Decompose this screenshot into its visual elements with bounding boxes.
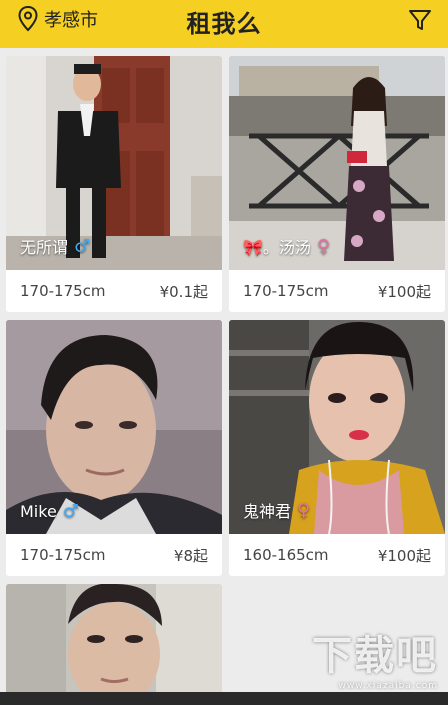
profile-name-row: 无所谓 ♂ (20, 234, 90, 258)
profile-card[interactable]: 鬼神君 ♀ 160-165cm ¥100起 (229, 320, 445, 576)
bottom-bar (0, 692, 448, 705)
watermark-url: www.xiazaiba.com (338, 681, 438, 691)
profile-card[interactable] (6, 584, 222, 698)
female-icon: ♀ (316, 235, 331, 257)
filter-icon[interactable] (408, 8, 432, 32)
profile-name-row: 鬼神君 ♀ (243, 498, 310, 522)
profile-price: ¥0.1起 (159, 282, 208, 301)
male-icon: ♂ (62, 501, 79, 522)
profile-name: Mike (20, 502, 57, 521)
watermark-text: 下载吧 (312, 633, 438, 679)
profile-name: 无所谓 (20, 238, 69, 257)
profile-height: 170-175cm (20, 546, 106, 564)
profile-price: ¥100起 (377, 282, 431, 301)
female-icon: ♀ (297, 499, 311, 521)
profile-footer: 170-175cm ¥0.1起 (6, 270, 222, 312)
app-title: 租我么 (186, 10, 262, 38)
profile-footer: 170-175cm ¥8起 (6, 534, 222, 576)
watermark: 下载吧 www.xiazaiba.com (312, 623, 438, 691)
profile-card[interactable]: 无所谓 ♂ 170-175cm ¥0.1起 (6, 56, 222, 312)
profile-photo (6, 584, 222, 698)
profile-height: 170-175cm (243, 282, 329, 300)
profile-photo: 无所谓 ♂ (6, 56, 222, 270)
top-bar: 孝感市 租我么 (0, 0, 448, 48)
profile-grid: 无所谓 ♂ 170-175cm ¥0.1起 🎀。汤汤 ♀ 170-175cm ¥… (0, 48, 448, 698)
profile-card[interactable]: Mike ♂ 170-175cm ¥8起 (6, 320, 222, 576)
profile-height: 170-175cm (20, 282, 106, 300)
profile-footer: 160-165cm ¥100起 (229, 534, 445, 576)
profile-card[interactable]: 🎀。汤汤 ♀ 170-175cm ¥100起 (229, 56, 445, 312)
profile-photo: Mike ♂ (6, 320, 222, 534)
profile-photo: 鬼神君 ♀ (229, 320, 445, 534)
profile-photo: 🎀。汤汤 ♀ (229, 56, 445, 270)
profile-footer: 170-175cm ¥100起 (229, 270, 445, 312)
profile-name: 🎀。汤汤 (243, 238, 311, 257)
profile-name: 鬼神君 (243, 502, 292, 521)
profile-name-row: 🎀。汤汤 ♀ (243, 234, 330, 258)
male-icon: ♂ (74, 235, 91, 257)
profile-price: ¥8起 (173, 546, 208, 565)
profile-height: 160-165cm (243, 546, 329, 564)
profile-name-row: Mike ♂ (20, 501, 79, 522)
profile-price: ¥100起 (377, 546, 431, 565)
